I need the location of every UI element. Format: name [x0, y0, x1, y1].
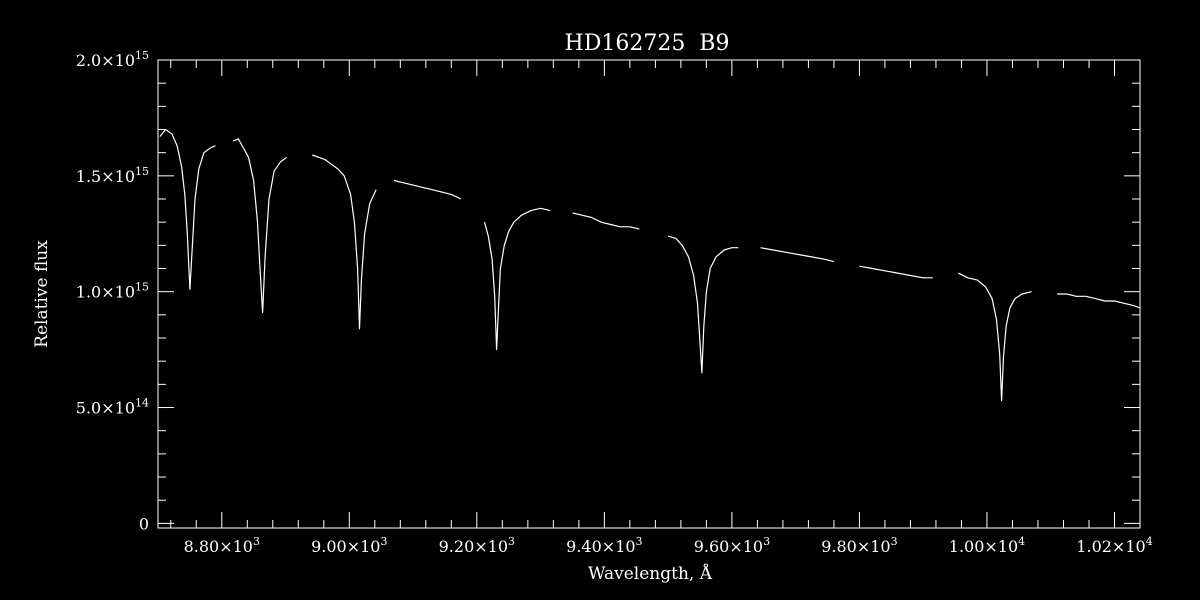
- x-tick-label: 9.00×103: [311, 535, 387, 556]
- y-tick-label: 0: [139, 514, 149, 533]
- x-tick-label: 8.80×103: [184, 535, 260, 556]
- x-tick-label: 9.80×103: [821, 535, 897, 556]
- x-tick-label: 9.40×103: [566, 535, 642, 556]
- x-axis-label: Wavelength, Å: [588, 563, 713, 584]
- x-tick-label: 9.60×103: [694, 535, 770, 556]
- chart-title: HD162725 B9: [565, 31, 730, 56]
- x-tick-label: 9.20×103: [439, 535, 515, 556]
- x-tick-label: 1.02×104: [1076, 535, 1152, 556]
- spectrum-chart: HD162725 B9 8.80×103 9.00×103 9.20×103 9.40…: [0, 0, 1200, 600]
- y-axis-label: Relative flux: [32, 240, 52, 348]
- x-tick-label: 1.00×104: [949, 535, 1025, 556]
- chart-background: [0, 0, 1200, 600]
